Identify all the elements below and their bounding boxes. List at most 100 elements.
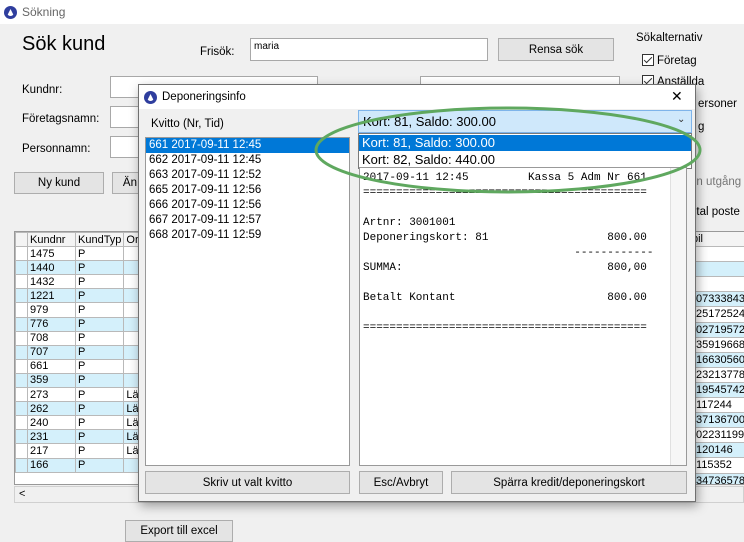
table-row[interactable]: 661 P <box>15 358 143 374</box>
table-row[interactable]: 240 P Lä <box>15 415 143 431</box>
grid-header-kundnr[interactable]: Kundnr <box>27 232 76 248</box>
cell-kundnr: 707 <box>27 344 76 360</box>
cell-kundtyp: P <box>74 274 125 290</box>
list-item[interactable]: 666 2017-09-11 12:56 <box>146 198 349 213</box>
cell-mobil: 35919668 <box>692 338 744 353</box>
checkbox-icon <box>642 54 654 66</box>
cell-kundnr: 166 <box>27 457 76 473</box>
cell-mobil: 23213778 <box>692 368 744 383</box>
table-row[interactable]: 979 P <box>15 302 143 318</box>
fritext-input[interactable]: maria <box>250 38 488 61</box>
table-row[interactable]: 217 P Lä <box>15 443 143 459</box>
table-row[interactable]: 707 P <box>15 344 143 360</box>
cell-kundnr: 1432 <box>27 274 76 290</box>
cell-kundnr: 217 <box>27 443 76 459</box>
cell-kundnr: 1475 <box>27 246 76 262</box>
cell-kundnr: 661 <box>27 358 76 374</box>
option-foretag[interactable]: Företag <box>642 54 697 67</box>
table-row[interactable]: 1432 P <box>15 274 143 290</box>
fritext-label: Frisök: <box>200 46 235 58</box>
dialog-app-icon <box>144 91 157 104</box>
table-row[interactable]: 359 P <box>15 372 143 389</box>
partial-button[interactable]: Än <box>112 172 140 194</box>
cell-mobil: 02719572 <box>692 322 744 338</box>
cell-kundnr: 231 <box>27 429 76 445</box>
cell-kundtyp: P <box>74 415 125 431</box>
list-item[interactable]: 667 2017-09-11 12:57 <box>146 213 349 228</box>
kundnr-label: Kundnr: <box>22 84 63 96</box>
row-selector[interactable] <box>15 429 28 445</box>
annotation-ellipse <box>314 106 702 194</box>
cell-mobil: 120146 <box>692 443 744 459</box>
row-selector[interactable] <box>15 457 28 473</box>
row-selector[interactable] <box>15 443 28 459</box>
cell-kundtyp: P <box>74 246 125 262</box>
grid-header-row: Kundnr KundTyp Or <box>15 232 143 248</box>
row-selector[interactable] <box>15 246 28 262</box>
personnamn-input[interactable] <box>110 136 140 158</box>
cell-kundtyp: P <box>74 372 125 389</box>
cell-kundtyp: P <box>74 443 125 459</box>
page-title: Sök kund <box>22 33 106 55</box>
table-row[interactable]: 1475 P <box>15 246 143 262</box>
list-item[interactable]: 668 2017-09-11 12:59 <box>146 228 349 243</box>
cell-mobil <box>692 277 744 293</box>
table-row[interactable]: 1221 P <box>15 288 143 304</box>
foretagsnamn-label: Företagsnamn: <box>22 113 100 125</box>
receipt-line: Artnr: 3001001 <box>363 217 456 229</box>
table-row[interactable]: 231 P Lä <box>15 429 143 445</box>
customer-grid-right[interactable]: bil 07333843 25172524 02719572 35919668 1663… <box>688 231 744 485</box>
row-selector[interactable] <box>15 387 28 403</box>
table-row[interactable]: 708 P <box>15 330 143 346</box>
scroll-left-icon[interactable]: < <box>19 488 25 500</box>
row-selector[interactable] <box>15 401 28 417</box>
kvitto-label: Kvitto (Nr, Tid) <box>151 118 224 130</box>
options-title: Sökalternativ <box>636 32 703 44</box>
cell-kundnr: 776 <box>27 316 76 332</box>
receipt-scrollbar[interactable] <box>670 168 686 465</box>
row-selector[interactable] <box>15 330 28 346</box>
receipt-line: SUMMA: 800,00 <box>363 262 647 274</box>
receipt-line <box>363 202 686 216</box>
table-row[interactable]: 166 P <box>15 457 143 473</box>
cell-mobil <box>692 262 744 278</box>
export-excel-button[interactable]: Export till excel <box>125 520 233 542</box>
receipt-line: Deponeringskort: 81 800.00 <box>363 232 647 244</box>
row-selector[interactable] <box>15 288 28 304</box>
grid-corner <box>15 232 28 248</box>
table-row[interactable]: 262 P Lä <box>15 401 143 417</box>
row-selector[interactable] <box>15 372 28 389</box>
row-selector[interactable] <box>15 260 28 276</box>
cell-mobil: 115352 <box>692 458 744 474</box>
grid-header-kundtyp[interactable]: KundTyp <box>74 232 125 248</box>
row-selector[interactable] <box>15 302 28 318</box>
row-selector[interactable] <box>15 316 28 332</box>
table-row[interactable]: 273 P Lä <box>15 387 143 403</box>
cell-mobil: 07333843 <box>692 292 744 308</box>
row-selector[interactable] <box>15 274 28 290</box>
table-row[interactable]: 1440 P <box>15 260 143 276</box>
foretagsnamn-input[interactable] <box>110 106 140 128</box>
customer-grid[interactable]: Kundnr KundTyp Or 1475 P 1440 P 1432 P 1221 P 97… <box>14 231 144 485</box>
cell-kundtyp: P <box>74 344 125 360</box>
cell-kundnr: 708 <box>27 330 76 346</box>
personnamn-label: Personnamn: <box>22 143 91 155</box>
receipt-line <box>363 307 686 321</box>
row-selector[interactable] <box>15 358 28 374</box>
block-card-button[interactable]: Spärra kredit/deponeringskort <box>451 471 687 494</box>
grid-header-right: bil <box>688 232 744 248</box>
row-selector[interactable] <box>15 415 28 431</box>
clear-search-button[interactable]: Rensa sök <box>498 38 614 61</box>
cell-kundnr: 240 <box>27 415 76 431</box>
table-row[interactable]: 776 P <box>15 316 143 332</box>
cell-kundnr: 262 <box>27 401 76 417</box>
cell-mobil: 19545742 <box>692 382 744 399</box>
cell-kundnr: 273 <box>27 387 76 403</box>
cell-mobil: 25172524 <box>692 307 744 323</box>
print-receipt-button[interactable]: Skriv ut valt kvitto <box>145 471 350 494</box>
new-customer-button[interactable]: Ny kund <box>14 172 104 194</box>
cell-kundtyp: P <box>74 457 125 473</box>
row-selector[interactable] <box>15 344 28 360</box>
cancel-button[interactable]: Esc/Avbryt <box>359 471 443 494</box>
cell-kundtyp: P <box>74 401 125 417</box>
